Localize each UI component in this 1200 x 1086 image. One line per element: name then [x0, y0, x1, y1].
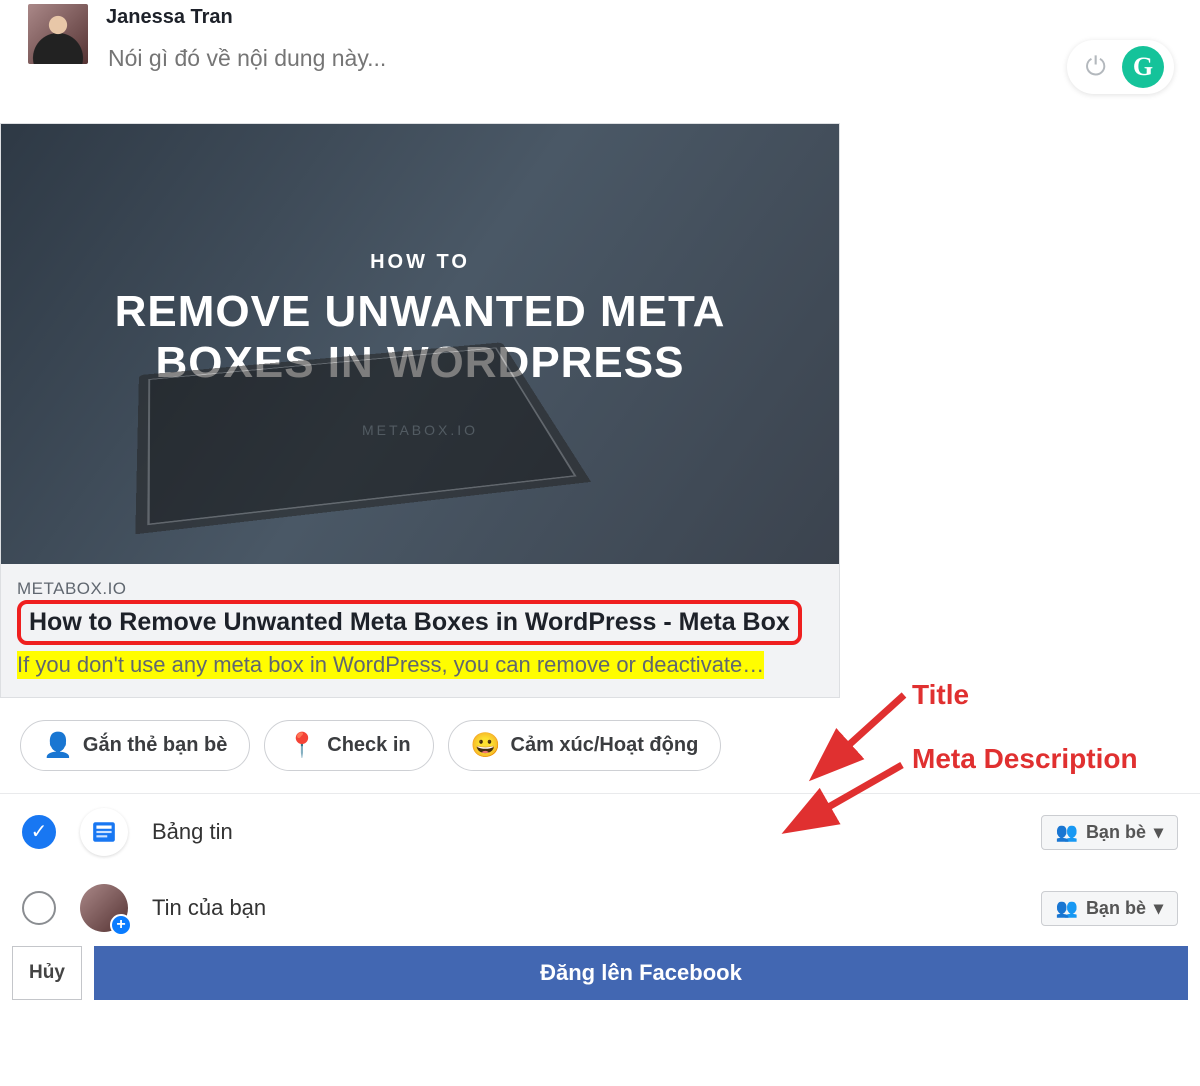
preview-description: If you don't use any meta box in WordPre… [17, 651, 764, 680]
feed-label: Bảng tin [152, 818, 1017, 847]
annotation-desc-label: Meta Description [912, 741, 1138, 777]
tag-friends-icon: 👤 [43, 731, 73, 760]
checkin-button[interactable]: 📍 Check in [264, 720, 433, 771]
link-preview: HOW TO REMOVE UNWANTED META BOXES IN WOR… [0, 123, 1200, 698]
feed-icon [80, 808, 128, 856]
preview-meta: METABOX.IO How to Remove Unwanted Meta B… [1, 564, 839, 697]
tag-friends-label: Gắn thẻ bạn bè [83, 734, 227, 757]
friends-icon: 👥 [1056, 898, 1078, 919]
user-name[interactable]: Janessa Tran [106, 4, 806, 30]
plus-icon: + [110, 914, 132, 936]
post-button[interactable]: Đăng lên Facebook [94, 946, 1188, 1000]
power-icon[interactable]: ⏻ [1085, 50, 1106, 84]
composer-footer: Hủy Đăng lên Facebook [0, 946, 1200, 1012]
friends-icon: 👥 [1056, 822, 1078, 843]
composer-input[interactable] [106, 44, 806, 73]
preview-card[interactable]: HOW TO REMOVE UNWANTED META BOXES IN WOR… [0, 123, 840, 698]
audience-row-story[interactable]: + Tin của bạn 👥 Bạn bè ▾ [0, 870, 1200, 946]
location-pin-icon: 📍 [287, 731, 317, 760]
story-avatar: + [80, 884, 128, 932]
grammarly-widget: ⏻ G [1067, 40, 1174, 94]
user-avatar[interactable] [28, 4, 88, 64]
grammarly-icon[interactable]: G [1122, 46, 1164, 88]
preview-domain: METABOX.IO [17, 578, 823, 600]
audience-row-feed[interactable]: ✓ Bảng tin 👥 Bạn bè ▾ [0, 794, 1200, 870]
chevron-down-icon: ▾ [1154, 898, 1163, 919]
hero-kicker: HOW TO [370, 249, 470, 275]
hero-headline: REMOVE UNWANTED META BOXES IN WORDPRESS [1, 287, 839, 388]
story-radio[interactable] [22, 891, 56, 925]
story-label: Tin của bạn [152, 894, 1017, 923]
annotation-title-label: Title [912, 677, 969, 713]
feeling-button[interactable]: 😀 Cảm xúc/Hoạt động [448, 720, 722, 771]
tag-friends-button[interactable]: 👤 Gắn thẻ bạn bè [20, 720, 250, 771]
preview-title: How to Remove Unwanted Meta Boxes in Wor… [17, 600, 802, 645]
feeling-label: Cảm xúc/Hoạt động [511, 734, 699, 757]
feed-privacy-button[interactable]: 👥 Bạn bè ▾ [1041, 815, 1178, 850]
post-composer: Janessa Tran ⏻ G [0, 0, 1200, 123]
audience-selector: ✓ Bảng tin 👥 Bạn bè ▾ + Tin của bạn 👥 Bạ… [0, 793, 1200, 946]
chevron-down-icon: ▾ [1154, 822, 1163, 843]
smiley-icon: 😀 [471, 731, 501, 760]
story-privacy-label: Bạn bè [1086, 898, 1146, 919]
story-privacy-button[interactable]: 👥 Bạn bè ▾ [1041, 891, 1178, 926]
hero-site: METABOX.IO [362, 421, 478, 439]
checkin-label: Check in [327, 734, 410, 757]
preview-hero-image: HOW TO REMOVE UNWANTED META BOXES IN WOR… [1, 124, 839, 564]
cancel-button[interactable]: Hủy [12, 946, 82, 1000]
feed-radio[interactable]: ✓ [22, 815, 56, 849]
feed-privacy-label: Bạn bè [1086, 822, 1146, 843]
